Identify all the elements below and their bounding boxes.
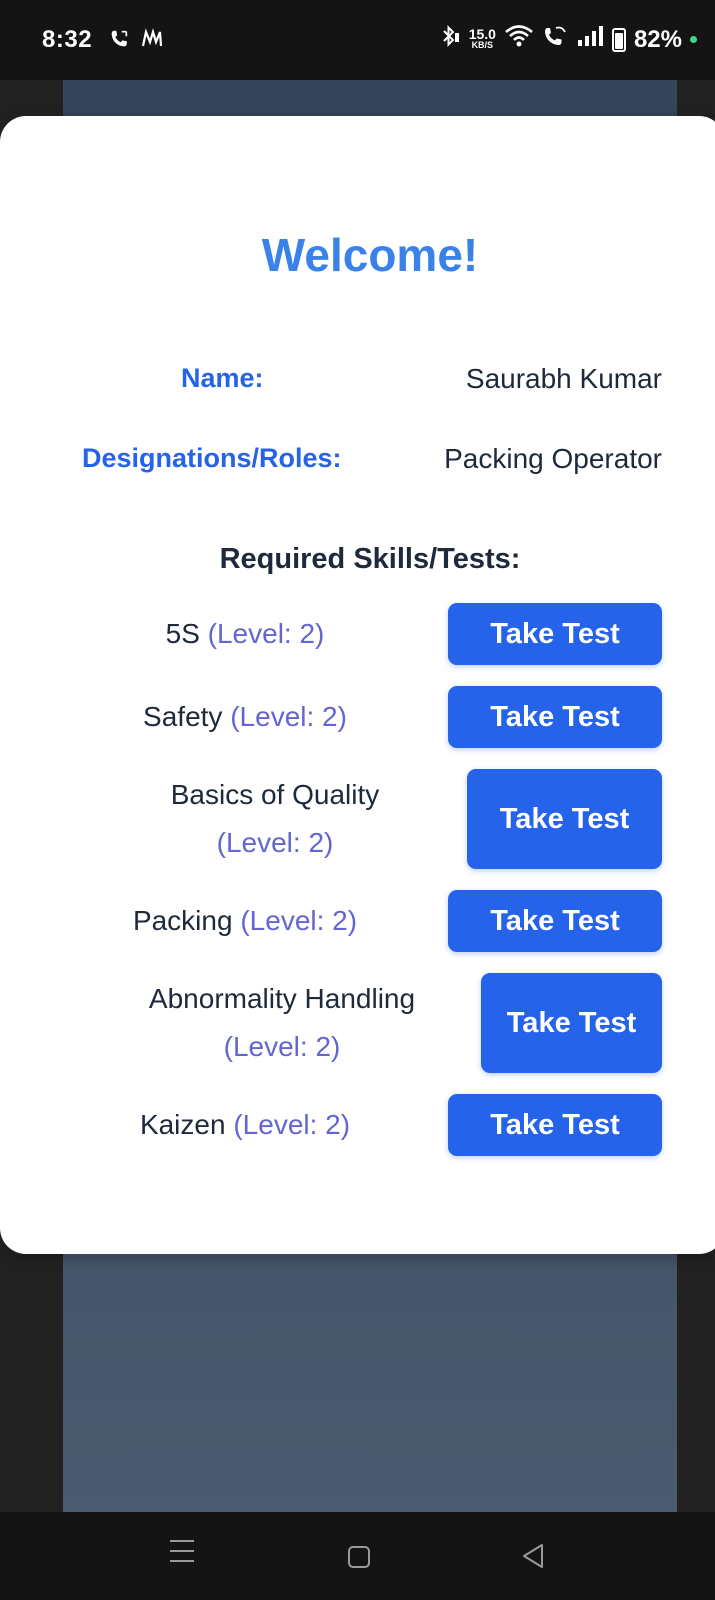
bluetooth-icon (439, 24, 461, 55)
skill-row-basics-of-quality: Basics of Quality (Level: 2) Take Test (0, 769, 715, 869)
signal-icon (576, 24, 604, 55)
role-value: Packing Operator (444, 443, 662, 474)
take-test-button[interactable]: Take Test (448, 890, 662, 952)
net-speed: 15.0 KB/S (468, 25, 496, 50)
status-bar: 8:32 15.0 KB/S 82% (0, 0, 715, 80)
skill-label: Basics of Quality (Level: 2) (100, 771, 450, 867)
welcome-title: Welcome! (261, 229, 479, 281)
battery-icon (611, 27, 626, 52)
skill-row-abnormality-handling: Abnormality Handling (Level: 2) Take Tes… (0, 973, 715, 1073)
notification-app-icon (140, 28, 164, 56)
skill-level: (Level: 2) (240, 905, 358, 936)
skill-label: 5S (Level: 2) (60, 610, 430, 658)
battery-percent: 82% (633, 25, 682, 53)
skill-level: (Level: 2) (233, 1109, 351, 1140)
name-value: Saurabh Kumar (465, 363, 662, 394)
wifi-call-icon (542, 24, 568, 55)
skill-level: (Level: 2) (207, 618, 325, 649)
role-label: Designations/Roles: (82, 443, 342, 473)
skill-name: Packing (132, 905, 233, 936)
name-row: Name: Saurabh Kumar (0, 363, 715, 403)
role-row: Designations/Roles: Packing Operator (0, 443, 715, 483)
skill-name: Safety (143, 701, 223, 732)
privacy-indicator-dot (690, 36, 697, 43)
skill-name: Basics of Quality (170, 779, 380, 810)
skill-row-safety: Safety (Level: 2) Take Test (0, 686, 715, 748)
skill-name: Kaizen (139, 1109, 226, 1140)
take-test-button[interactable]: Take Test (448, 603, 662, 665)
take-test-button[interactable]: Take Test (467, 769, 662, 869)
take-test-button[interactable]: Take Test (448, 686, 662, 748)
recent-apps-icon[interactable] (170, 1540, 194, 1570)
skill-label: Kaizen (Level: 2) (60, 1101, 430, 1149)
system-nav-bar (0, 1512, 715, 1600)
skill-row-5s: 5S (Level: 2) Take Test (0, 603, 715, 665)
home-icon[interactable] (348, 1546, 370, 1568)
take-test-button[interactable]: Take Test (448, 1094, 662, 1156)
skill-label: Safety (Level: 2) (60, 693, 430, 741)
skill-name: Abnormality Handling (148, 983, 416, 1014)
skills-heading: Required Skills/Tests: (219, 543, 521, 575)
skill-level: (Level: 2) (216, 827, 334, 858)
welcome-card: Welcome! Name: Saurabh Kumar Designation… (0, 116, 715, 1254)
name-label: Name: (181, 363, 264, 393)
status-time: 8:32 (42, 26, 93, 53)
skill-row-packing: Packing (Level: 2) Take Test (0, 890, 715, 952)
skill-level: (Level: 2) (223, 1031, 341, 1062)
wifi-icon (504, 24, 534, 55)
call-icon (108, 28, 130, 56)
skill-label: Abnormality Handling (Level: 2) (112, 975, 452, 1071)
skill-row-kaizen: Kaizen (Level: 2) Take Test (0, 1094, 715, 1156)
skill-label: Packing (Level: 2) (60, 897, 430, 945)
skill-level: (Level: 2) (230, 701, 347, 732)
skill-name: 5S (165, 618, 200, 649)
take-test-button[interactable]: Take Test (481, 973, 662, 1073)
